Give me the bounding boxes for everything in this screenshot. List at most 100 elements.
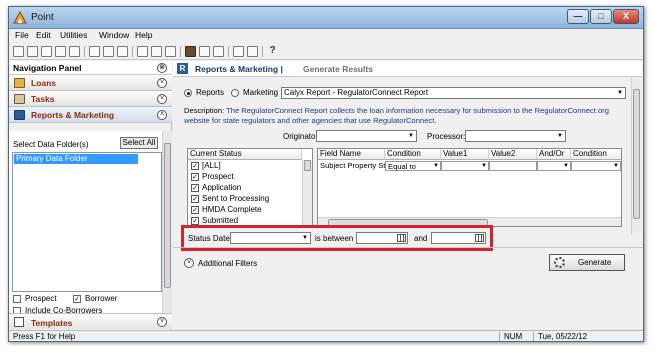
menu-help[interactable]: Help	[135, 30, 152, 40]
marketing-radio-label: Marketing	[243, 88, 279, 97]
navigation-panel-title: Navigation Panel	[13, 63, 82, 73]
nav-section-tasks[interactable]: Tasks ˅	[9, 91, 172, 107]
report-select[interactable]: Calyx Report - RegulatorConnect Report ▼	[281, 87, 626, 99]
pages-icon[interactable]	[165, 46, 176, 57]
nav-section-templates[interactable]: Templates ˅	[9, 313, 172, 329]
book-icon[interactable]	[185, 46, 196, 57]
calculator-icon[interactable]	[151, 46, 162, 57]
chevron-down-icon[interactable]: ˅	[157, 317, 167, 327]
prospect-checkbox[interactable]	[13, 295, 21, 303]
help-icon[interactable]: ?	[267, 46, 278, 57]
generate-button[interactable]: Generate	[549, 254, 625, 271]
toolbar-separator	[262, 46, 263, 57]
grid-value1-select[interactable]: ▼	[441, 161, 489, 171]
new-file-icon[interactable]	[13, 46, 24, 57]
chevron-up-icon[interactable]: ˄	[157, 110, 167, 120]
open-folder-icon[interactable]	[27, 46, 38, 57]
dropdown-arrow-icon: ▼	[408, 133, 414, 139]
toolbar-separator	[132, 46, 133, 57]
chevron-down-icon[interactable]: ˅	[157, 78, 167, 88]
menu-utilities[interactable]: Utilities	[60, 30, 87, 40]
tab-generate-results[interactable]: Generate Results	[303, 64, 373, 74]
select-data-folder-label: Select Data Folder(s)	[13, 140, 89, 149]
originator-select[interactable]: ▼	[316, 130, 417, 142]
report-description: Description: The RegulatorConnect Report…	[184, 106, 629, 126]
originator-label: Originator:	[283, 132, 321, 141]
description-label: Description:	[184, 106, 225, 115]
main-scrollbar-thumb[interactable]	[633, 89, 640, 219]
status-checkbox[interactable]: ✓	[191, 217, 199, 225]
minimize-button[interactable]: —	[567, 9, 589, 24]
cut-icon[interactable]	[89, 46, 100, 57]
processor-select[interactable]: ▼	[465, 130, 566, 142]
status-checkbox[interactable]: ✓	[191, 173, 199, 181]
data-folder-list[interactable]: Primary Data Folder	[12, 152, 162, 292]
grid-condition2-select[interactable]: ▼	[571, 161, 621, 171]
menu-file[interactable]: File	[15, 30, 29, 40]
reports-radio-label: Reports	[196, 88, 225, 97]
print-preview-icon[interactable]	[69, 46, 80, 57]
save-icon[interactable]	[41, 46, 52, 57]
num-lock-indicator: NUM	[499, 332, 533, 341]
maximize-button[interactable]: □	[590, 9, 612, 24]
borrower-label: Borrower	[85, 294, 118, 303]
nav-section-loans[interactable]: Loans ˅	[9, 75, 172, 91]
processor-label: Processor:	[427, 132, 466, 141]
status-help-text: Press F1 for Help	[13, 332, 76, 341]
borrower-checkbox[interactable]: ✓	[73, 295, 81, 303]
reports-badge-icon: R	[177, 63, 188, 74]
status-checkbox[interactable]: ✓	[191, 162, 199, 170]
window-title: Point	[31, 12, 54, 23]
status-checkbox[interactable]: ✓	[191, 206, 199, 214]
nav-scrollbar[interactable]	[162, 131, 172, 314]
chevron-down-icon[interactable]: ˅	[184, 258, 194, 268]
status-list-scroll-thumb[interactable]	[304, 160, 311, 171]
dropdown-arrow-icon: ▼	[481, 163, 487, 169]
navigation-panel-header: Navigation Panel ⊗	[9, 61, 172, 75]
print-icon[interactable]	[55, 46, 66, 57]
menu-edit[interactable]: Edit	[36, 30, 51, 40]
chevron-down-icon[interactable]: ˅	[157, 94, 167, 104]
nav-section-reports-marketing[interactable]: Reports & Marketing ˄	[9, 107, 172, 123]
prospect-label: Prospect	[25, 294, 57, 303]
data-folder-pane: Select Data Folder(s) Select All Primary…	[9, 131, 172, 315]
marketing-radio[interactable]	[231, 89, 239, 97]
status-list-scrollbar[interactable]	[302, 160, 312, 226]
folder-item-primary[interactable]: Primary Data Folder	[14, 154, 138, 164]
report-select-value: Calyx Report - RegulatorConnect Report	[284, 88, 429, 97]
status-label: Submitted	[202, 216, 239, 225]
templates-icon	[14, 317, 24, 327]
toolbar-separator	[180, 46, 181, 57]
grid-condition-select[interactable]: Equal to ▼	[385, 161, 441, 171]
document-icon[interactable]	[233, 46, 244, 57]
grid-header-value2: Value2	[489, 149, 537, 160]
menu-window[interactable]: Window	[99, 30, 129, 40]
clipboard-icon[interactable]	[213, 46, 224, 57]
paste-icon[interactable]	[117, 46, 128, 57]
select-all-button[interactable]: Select All	[120, 137, 158, 149]
dropdown-arrow-icon: ▼	[613, 163, 619, 169]
grid-cell-field-name[interactable]: Subject Property Sta	[318, 160, 385, 171]
tab-reports-marketing[interactable]: Reports & Marketing |	[195, 64, 283, 74]
percent-icon[interactable]	[137, 46, 148, 57]
status-date: Tue, 05/22/12	[533, 332, 641, 341]
current-status-header: Current Status	[188, 149, 302, 160]
copy-icon[interactable]	[103, 46, 114, 57]
forward-icon[interactable]	[247, 46, 258, 57]
contacts-icon[interactable]	[199, 46, 210, 57]
description-text: The RegulatorConnect Report collects the…	[184, 106, 609, 125]
status-checkbox[interactable]: ✓	[191, 195, 199, 203]
status-checkbox[interactable]: ✓	[191, 184, 199, 192]
dropdown-arrow-icon: ▼	[563, 163, 569, 169]
nav-scrollbar-thumb[interactable]	[164, 143, 171, 288]
main-scrollbar[interactable]	[631, 78, 641, 234]
dropdown-arrow-icon: ▼	[617, 90, 623, 96]
close-panel-icon[interactable]: ⊗	[157, 63, 167, 73]
close-button[interactable]: X	[613, 9, 639, 24]
grid-and-or-select[interactable]: ▼	[537, 161, 571, 171]
status-bar: Press F1 for Help NUM Tue, 05/22/12	[9, 330, 643, 341]
grid-header-and-or: And/Or	[537, 149, 571, 160]
reports-radio[interactable]	[184, 89, 192, 97]
toolbar-separator	[84, 46, 85, 57]
grid-value2-input[interactable]	[489, 161, 537, 171]
